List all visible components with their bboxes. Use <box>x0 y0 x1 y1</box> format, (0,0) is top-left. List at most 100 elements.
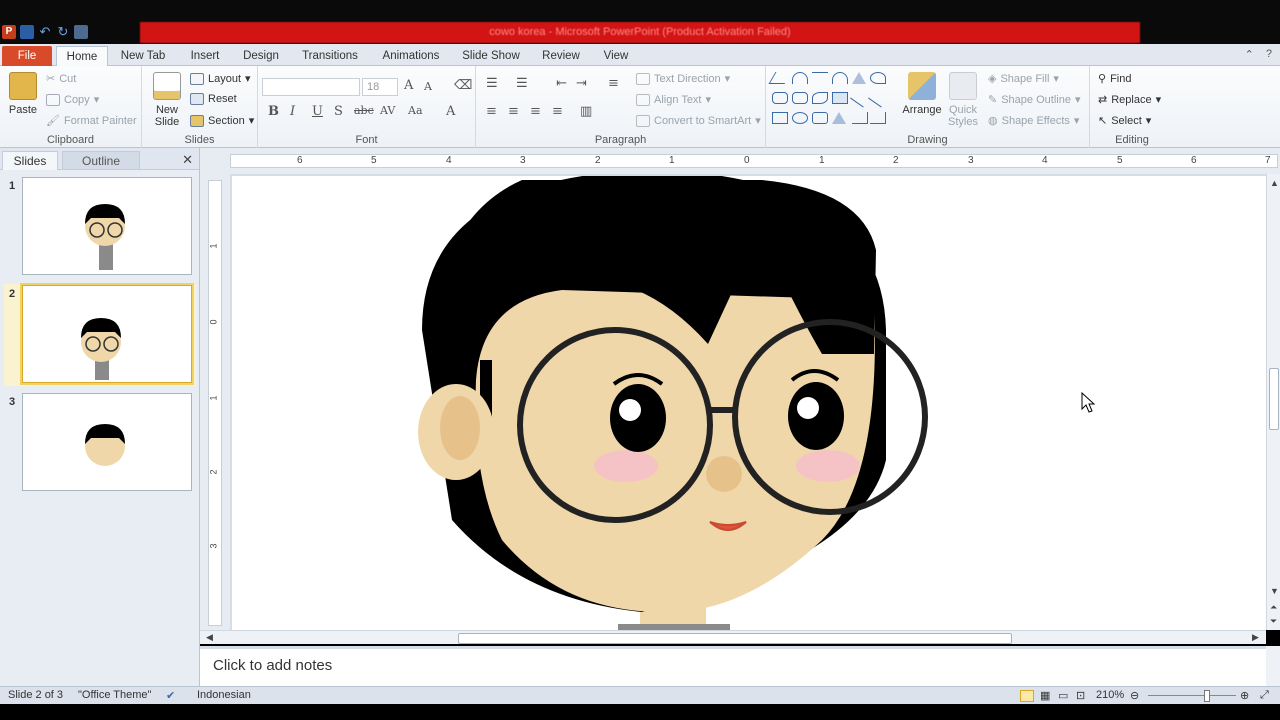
zoom-in-icon[interactable]: ⊕ <box>1240 689 1249 702</box>
nose-shape[interactable] <box>706 456 742 492</box>
replace-button[interactable]: ⇄ Replace ▾ <box>1098 93 1161 107</box>
decrease-indent-icon[interactable]: ⇤ <box>556 76 567 91</box>
underline-icon[interactable]: U <box>312 104 323 119</box>
scroll-up-icon[interactable]: ▲ <box>1270 178 1279 188</box>
zoom-out-icon[interactable]: ⊖ <box>1130 689 1139 702</box>
slide-2[interactable] <box>232 176 1266 630</box>
justify-icon[interactable]: ≡ <box>552 104 563 119</box>
shapes-gallery[interactable] <box>768 72 896 132</box>
tab-insert[interactable]: Insert <box>186 46 224 66</box>
reset-button[interactable]: Reset <box>190 93 237 105</box>
right-blush-shape[interactable] <box>796 450 860 482</box>
clear-formatting-icon[interactable]: ⌫ <box>454 78 472 93</box>
tab-view[interactable]: View <box>600 46 632 66</box>
undo-icon[interactable]: ↶ <box>38 25 52 39</box>
notes-scrollbar[interactable] <box>1266 646 1280 686</box>
shrink-font-icon[interactable]: A <box>424 80 432 93</box>
tab-home[interactable]: Home <box>56 46 108 66</box>
tab-animations[interactable]: Animations <box>380 46 442 66</box>
font-size-box[interactable]: 18 <box>362 78 398 96</box>
select-button[interactable]: ↖ Select ▾ <box>1098 114 1151 128</box>
section-button[interactable]: Section ▾ <box>190 114 254 127</box>
notes-placeholder[interactable]: Click to add notes <box>213 657 332 674</box>
spell-check-icon[interactable]: ✔ <box>166 689 175 702</box>
tab-outline[interactable]: Outline <box>62 151 140 170</box>
tab-slides[interactable]: Slides <box>2 151 58 170</box>
increase-indent-icon[interactable]: ⇥ <box>576 76 587 91</box>
next-slide-icon[interactable]: ⏷ <box>1270 616 1277 627</box>
find-button[interactable]: ⚲ Find <box>1098 72 1131 86</box>
save-icon[interactable] <box>20 25 34 39</box>
language-indicator[interactable]: Indonesian <box>197 689 251 701</box>
shape-effects-button[interactable]: ◍ Shape Effects ▾ <box>988 114 1079 128</box>
grow-font-icon[interactable]: A <box>404 78 413 93</box>
text-direction-button[interactable]: Text Direction ▾ <box>636 72 730 85</box>
fit-slide-icon[interactable]: ⤢ <box>1260 689 1269 702</box>
format-painter-button[interactable]: 🖌 Format Painter <box>46 114 137 128</box>
font-name-box[interactable] <box>262 78 360 96</box>
horizontal-scrollbar[interactable]: ◀ ▶ <box>200 630 1266 644</box>
inner-ear-shape[interactable] <box>440 396 480 460</box>
shape-outline-button[interactable]: ✎ Shape Outline ▾ <box>988 93 1080 107</box>
reading-view-icon[interactable]: ▭ <box>1058 689 1068 702</box>
slide-thumbnail-1[interactable] <box>22 177 192 275</box>
vertical-scrollbar[interactable]: ▲ ▼ ⏶ ⏷ <box>1266 174 1280 630</box>
scroll-right-icon[interactable]: ▶ <box>1252 632 1259 643</box>
tab-review[interactable]: Review <box>540 46 582 66</box>
customize-toolbar-icon[interactable] <box>74 25 88 39</box>
left-eye-shape[interactable] <box>610 384 666 452</box>
horizontal-scroll-thumb[interactable] <box>458 633 1012 644</box>
notes-pane[interactable]: Click to add notes <box>200 646 1266 686</box>
tab-new-tab[interactable]: New Tab <box>118 46 168 66</box>
font-color-icon[interactable]: A <box>446 104 455 119</box>
copy-button[interactable]: Copy ▾ <box>46 93 99 106</box>
line-spacing-icon[interactable]: ≡ <box>608 76 619 91</box>
scroll-down-icon[interactable]: ▼ <box>1270 586 1279 596</box>
align-right-icon[interactable]: ≡ <box>530 104 541 119</box>
redo-icon[interactable]: ↻ <box>56 25 70 39</box>
cut-button[interactable]: ✂ Cut <box>46 72 76 86</box>
numbering-icon[interactable]: ☰ <box>516 76 528 91</box>
align-center-icon[interactable]: ≡ <box>508 104 519 119</box>
powerpoint-logo-icon[interactable]: P <box>2 25 16 39</box>
columns-icon[interactable]: ▥ <box>580 104 592 119</box>
tab-design[interactable]: Design <box>240 46 282 66</box>
zoom-slider-thumb[interactable] <box>1204 690 1210 702</box>
quick-styles-button[interactable]: Quick Styles <box>946 72 980 128</box>
shadow-icon[interactable]: S <box>334 104 343 119</box>
bullets-icon[interactable]: ☰ <box>486 76 498 91</box>
normal-view-icon[interactable] <box>1020 690 1034 702</box>
character-spacing-icon[interactable]: AV <box>380 104 395 117</box>
layout-button[interactable]: Layout ▾ <box>190 72 251 85</box>
minimize-ribbon-icon[interactable]: ⌃ <box>1245 48 1254 61</box>
right-eye-shape[interactable] <box>788 382 844 450</box>
shape-fill-button[interactable]: ◈ Shape Fill ▾ <box>988 72 1059 86</box>
zoom-level[interactable]: 210% <box>1096 689 1124 701</box>
strikethrough-icon[interactable]: abc <box>354 104 374 117</box>
paste-button[interactable]: Paste <box>6 72 40 116</box>
align-text-button[interactable]: Align Text ▾ <box>636 93 711 106</box>
convert-smartart-button[interactable]: Convert to SmartArt ▾ <box>636 114 761 127</box>
bold-icon[interactable]: B <box>268 104 279 119</box>
tab-transitions[interactable]: Transitions <box>300 46 360 66</box>
vertical-scroll-thumb[interactable] <box>1269 368 1279 430</box>
align-left-icon[interactable]: ≡ <box>486 104 497 119</box>
italic-icon[interactable]: I <box>290 104 295 119</box>
zoom-slider-track[interactable] <box>1148 695 1236 696</box>
tab-file[interactable]: File <box>2 46 52 66</box>
scroll-left-icon[interactable]: ◀ <box>206 632 213 643</box>
arrange-button[interactable]: Arrange <box>902 72 942 116</box>
slide-thumbnail-2[interactable] <box>20 283 194 385</box>
left-blush-shape[interactable] <box>594 450 658 482</box>
change-case-icon[interactable]: Aa <box>408 104 423 117</box>
tab-slide-show[interactable]: Slide Show <box>460 46 522 66</box>
new-slide-button[interactable]: New Slide <box>148 72 186 128</box>
horizontal-ruler-scale: 6 5 4 3 2 1 0 1 2 3 4 5 6 7 <box>230 154 1278 168</box>
close-pane-icon[interactable]: ✕ <box>182 152 193 168</box>
slide-sorter-icon[interactable]: ▦ <box>1040 689 1050 702</box>
slide-show-view-icon[interactable]: ⊡ <box>1076 689 1085 702</box>
slide-thumbnail-3[interactable] <box>22 393 192 491</box>
character-illustration[interactable] <box>232 176 1266 630</box>
help-icon[interactable]: ? <box>1266 48 1272 61</box>
previous-slide-icon[interactable]: ⏶ <box>1270 602 1277 613</box>
